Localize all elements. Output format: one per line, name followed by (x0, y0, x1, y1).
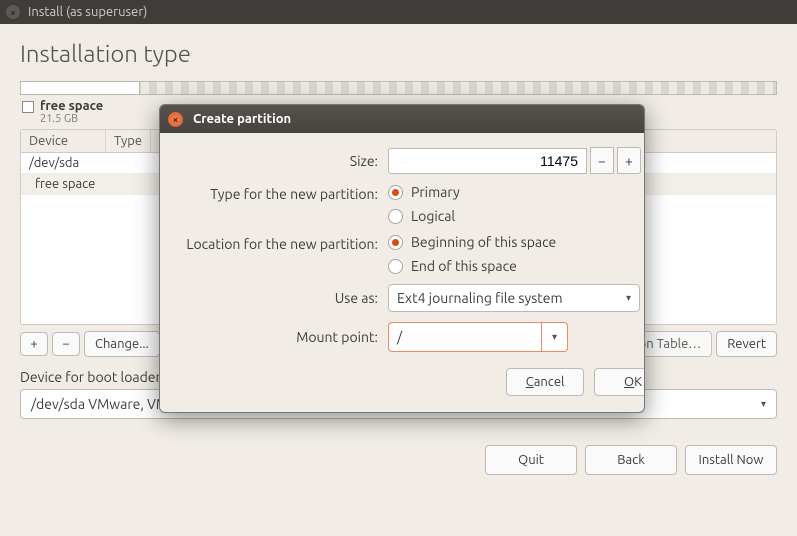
window-titlebar: × Install (as superuser) (0, 0, 797, 24)
radio-primary-label: Primary (411, 184, 460, 200)
dialog-title: Create partition (193, 112, 291, 126)
size-decrement-button[interactable]: − (590, 147, 614, 174)
quit-button[interactable]: Quit (485, 445, 577, 475)
install-now-button[interactable]: Install Now (685, 445, 777, 475)
radio-end[interactable]: End of this space (388, 258, 645, 274)
mount-point-select[interactable]: / ▾ (388, 322, 568, 352)
mount-point-value: / (397, 329, 402, 345)
cell-device: /dev/sda (21, 153, 106, 173)
partition-location-group: Beginning of this space End of this spac… (388, 234, 645, 274)
radio-begin[interactable]: Beginning of this space (388, 234, 645, 250)
add-partition-button[interactable]: + (20, 332, 48, 356)
radio-logical[interactable]: Logical (388, 208, 645, 224)
cancel-button[interactable]: Cancel (506, 368, 584, 396)
window-title: Install (as superuser) (28, 5, 147, 19)
size-input[interactable] (388, 148, 587, 174)
radio-dot-icon (388, 259, 403, 274)
mount-point-label: Mount point: (178, 329, 378, 345)
footer-buttons: Quit Back Install Now (20, 445, 777, 475)
use-as-value: Ext4 journaling file system (397, 290, 563, 306)
freespace-label: free space (40, 99, 103, 113)
radio-dot-icon (388, 209, 403, 224)
partition-type-label: Type for the new partition: (178, 184, 378, 202)
page-heading: Installation type (0, 24, 797, 81)
partition-type-group: Primary Logical (388, 184, 645, 224)
freespace-color-swatch (22, 101, 34, 113)
disk-usage-bar (20, 81, 777, 95)
create-partition-dialog: × Create partition Size: − + MB Type for… (159, 104, 645, 413)
cell-device: free space (21, 174, 106, 194)
col-type[interactable]: Type (106, 130, 151, 152)
remove-partition-button[interactable]: − (52, 332, 80, 356)
chevron-down-icon: ▾ (541, 323, 567, 351)
radio-end-label: End of this space (411, 258, 517, 274)
chevron-down-icon: ▾ (626, 292, 631, 304)
radio-logical-label: Logical (411, 208, 455, 224)
use-as-label: Use as: (178, 290, 378, 306)
dialog-buttons: Cancel OK (178, 368, 645, 396)
window-close-icon[interactable]: × (6, 5, 20, 19)
size-field: − + MB (388, 147, 645, 174)
chevron-down-icon: ▾ (761, 398, 766, 410)
radio-begin-label: Beginning of this space (411, 234, 556, 250)
radio-primary[interactable]: Primary (388, 184, 645, 200)
use-as-select[interactable]: Ext4 journaling file system ▾ (388, 284, 640, 312)
partition-location-label: Location for the new partition: (178, 234, 378, 252)
radio-dot-icon (388, 185, 403, 200)
revert-button[interactable]: Revert (716, 331, 777, 357)
freespace-size: 21.5 GB (40, 113, 103, 125)
dialog-titlebar: × Create partition (160, 105, 644, 133)
size-label: Size: (178, 153, 378, 169)
size-increment-button[interactable]: + (617, 147, 641, 174)
col-device[interactable]: Device (21, 130, 106, 152)
change-partition-button[interactable]: Change... (84, 331, 160, 357)
ok-button[interactable]: OK (594, 368, 645, 396)
back-button[interactable]: Back (585, 445, 677, 475)
radio-dot-icon (388, 235, 403, 250)
dialog-close-icon[interactable]: × (168, 112, 183, 127)
